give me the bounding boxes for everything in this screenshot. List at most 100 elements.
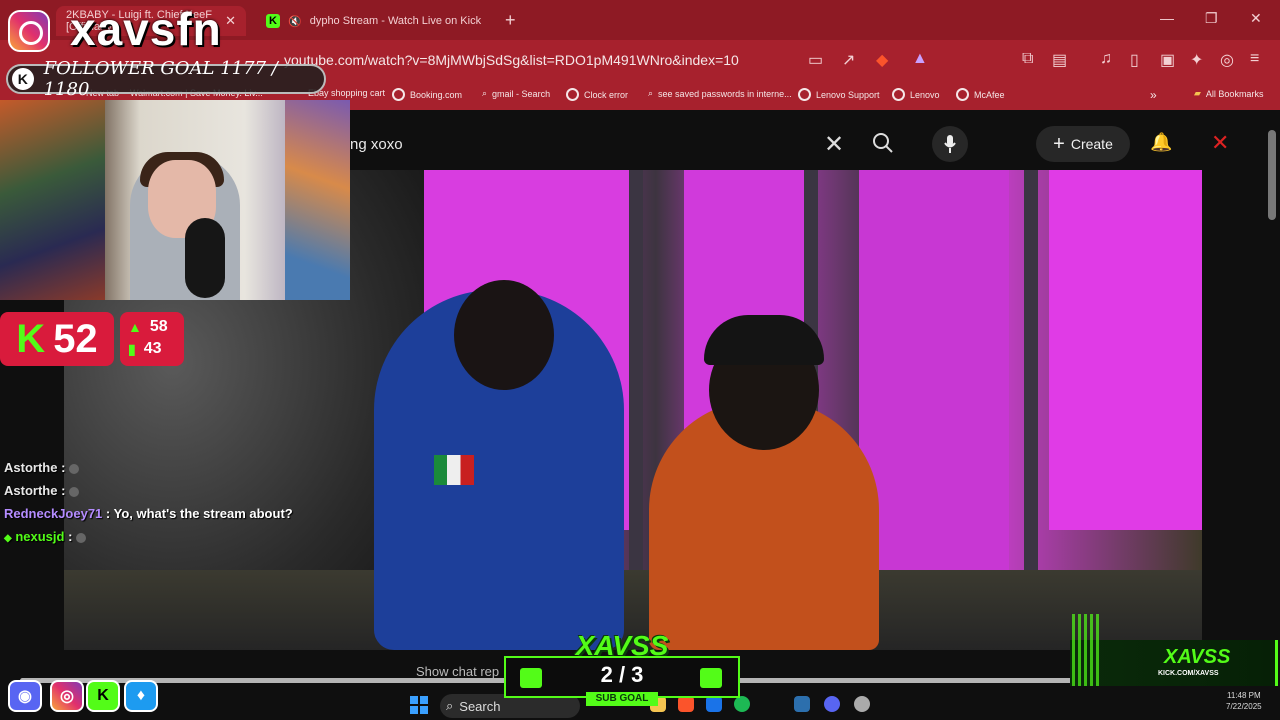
show-chat-replay-button[interactable]: Show chat rep bbox=[416, 664, 499, 679]
search-icon[interactable] bbox=[872, 132, 894, 154]
brave-shield-icon[interactable]: ◆ bbox=[876, 50, 888, 70]
bookmark-item[interactable]: ⌕ gmail - Search bbox=[482, 88, 550, 99]
bookmark-label: see saved passwords in interne... bbox=[658, 88, 792, 99]
minimize-icon[interactable]: — bbox=[1160, 10, 1174, 26]
bookmark-label: McAfee bbox=[974, 89, 1005, 100]
bookmark-item[interactable]: Clock error bbox=[566, 88, 628, 101]
close-icon[interactable]: ✕ bbox=[1211, 130, 1229, 156]
cast-icon[interactable]: ▭ bbox=[808, 50, 823, 70]
search-input[interactable]: ng xoxo bbox=[350, 136, 403, 153]
music-icon[interactable]: ♫ bbox=[1100, 50, 1112, 68]
restore-icon[interactable]: ❐ bbox=[1205, 10, 1218, 27]
clock-date: 7/22/2025 bbox=[1226, 702, 1262, 711]
stat-bars-value: 43 bbox=[143, 340, 162, 357]
emote-icon bbox=[69, 486, 80, 497]
bookmark-item[interactable]: Lenovo bbox=[892, 88, 940, 101]
system-clock[interactable]: 11:48 PM 7/22/2025 bbox=[1226, 690, 1262, 712]
emote-icon bbox=[76, 532, 87, 543]
more-bookmarks-icon[interactable]: » bbox=[1150, 88, 1157, 102]
stats-widget: ▲ 58 ▮ 43 bbox=[120, 312, 184, 366]
chat-message: Astorthe : bbox=[4, 460, 304, 483]
badge-icon: ◆ bbox=[4, 533, 12, 544]
settings-icon[interactable] bbox=[854, 696, 870, 712]
globe-icon bbox=[566, 88, 579, 101]
chat-message: ◆ nexusjd : bbox=[4, 529, 304, 552]
discord-icon: ◉ bbox=[8, 680, 42, 712]
chat-text: Yo, what's the stream about? bbox=[113, 506, 293, 521]
flag-patch bbox=[434, 455, 474, 485]
create-label: Create bbox=[1070, 136, 1113, 152]
bookmark-label: gmail - Search bbox=[492, 88, 551, 99]
page-scrollbar[interactable] bbox=[1268, 130, 1276, 220]
clock-time: 11:48 PM bbox=[1226, 691, 1261, 700]
create-button[interactable]: + Create bbox=[1036, 126, 1130, 162]
kick-brand-name: XAVSS bbox=[1164, 646, 1231, 668]
chat-message: RedneckJoey71 : Yo, what's the stream ab… bbox=[4, 506, 293, 521]
wall-poster bbox=[0, 100, 105, 300]
bookmark-label: Lenovo bbox=[910, 89, 940, 100]
discord-icon[interactable] bbox=[824, 696, 840, 712]
chat-overlay: Astorthe : Astorthe : RedneckJoey71 : Yo… bbox=[4, 460, 304, 552]
sidebar-icon[interactable]: ▯ bbox=[1130, 50, 1139, 70]
reader-icon[interactable]: ▤ bbox=[1052, 50, 1067, 70]
bookmark-label: Lenovo Support bbox=[816, 89, 880, 100]
bar-chart-icon: ▮ bbox=[128, 340, 136, 357]
search-icon: ⌕ bbox=[482, 88, 488, 98]
windows-start-icon[interactable] bbox=[410, 696, 428, 714]
new-tab-button[interactable]: + bbox=[505, 10, 516, 31]
bookmark-item[interactable]: Lenovo Support bbox=[798, 88, 880, 101]
tab-title: dypho Stream - Watch Live on Kick bbox=[309, 15, 482, 27]
twitter-icon: ♦ bbox=[124, 680, 158, 712]
webcam-feed bbox=[0, 100, 350, 300]
wall-poster bbox=[285, 100, 350, 300]
up-arrow-icon: ▲ bbox=[128, 319, 142, 335]
stat-up-value: 58 bbox=[149, 318, 168, 335]
window-background bbox=[1049, 170, 1202, 530]
vpn-icon[interactable]: ◎ bbox=[1220, 50, 1234, 70]
channel-name: xavsfn bbox=[70, 3, 222, 55]
url-field[interactable]: youtube.com/watch?v=8MjMWbjSdSg&list=RDO… bbox=[284, 52, 739, 68]
wallet-icon[interactable]: ▣ bbox=[1160, 50, 1175, 70]
extensions-icon[interactable]: ⧉ bbox=[1022, 50, 1033, 68]
folder-icon: ▰ bbox=[1194, 88, 1201, 98]
share-icon[interactable]: ↗ bbox=[842, 50, 855, 70]
chat-username: Astorthe bbox=[4, 483, 58, 498]
bookmark-label: Booking.com bbox=[410, 89, 463, 100]
video-person-blue-jacket bbox=[374, 280, 624, 650]
kick-brand-url: KICK.COM/XAVSS bbox=[1158, 670, 1219, 677]
window-close-icon[interactable]: ✕ bbox=[1250, 10, 1262, 27]
bookmark-item[interactable]: ⌕ see saved passwords in interne... bbox=[648, 88, 792, 99]
sub-goal-label: SUB GOAL bbox=[586, 692, 658, 706]
bookmark-label: All Bookmarks bbox=[1205, 88, 1264, 99]
notifications-bell-icon[interactable]: 🔔 bbox=[1150, 132, 1172, 153]
instagram-icon: ◎ bbox=[50, 680, 84, 712]
bookmark-item[interactable]: McAfee bbox=[956, 88, 1005, 101]
plus-icon: + bbox=[1053, 132, 1065, 155]
tab-kick[interactable]: K 🔇 dypho Stream - Watch Live on Kick bbox=[256, 6, 496, 36]
taskbar-search-label: Search bbox=[459, 698, 501, 714]
close-icon[interactable]: ✕ bbox=[225, 13, 236, 29]
microphone-icon bbox=[944, 135, 956, 153]
viewer-count: 52 bbox=[53, 316, 98, 361]
kick-icon: K bbox=[266, 14, 280, 28]
kick-brand-banner: XAVSS KICK.COM/XAVSS bbox=[1070, 614, 1278, 686]
menu-icon[interactable]: ≡ bbox=[1250, 50, 1259, 68]
head bbox=[454, 280, 554, 390]
app-icon[interactable] bbox=[794, 696, 810, 712]
rewards-icon[interactable]: ▲ bbox=[912, 50, 928, 68]
follower-goal-bar: K FOLLOWER GOAL 1177 / 1180 bbox=[6, 58, 326, 100]
clear-search-icon[interactable]: ✕ bbox=[824, 130, 844, 159]
bookmark-label: Clock error bbox=[584, 89, 629, 100]
kick-icon: K bbox=[12, 68, 34, 90]
mute-icon: 🔇 bbox=[288, 15, 302, 28]
all-bookmarks[interactable]: ▰ All Bookmarks bbox=[1194, 88, 1263, 99]
follower-goal-text: FOLLOWER GOAL 1177 / 1180 bbox=[43, 58, 278, 100]
bookmark-item[interactable]: Booking.com bbox=[392, 88, 462, 101]
globe-icon bbox=[892, 88, 905, 101]
globe-icon bbox=[956, 88, 969, 101]
decorative-bars bbox=[1072, 614, 1100, 686]
leo-icon[interactable]: ✦ bbox=[1190, 50, 1203, 70]
kick-icon: K bbox=[86, 680, 120, 712]
kick-icon: K bbox=[16, 316, 46, 361]
voice-search-button[interactable] bbox=[932, 126, 968, 162]
